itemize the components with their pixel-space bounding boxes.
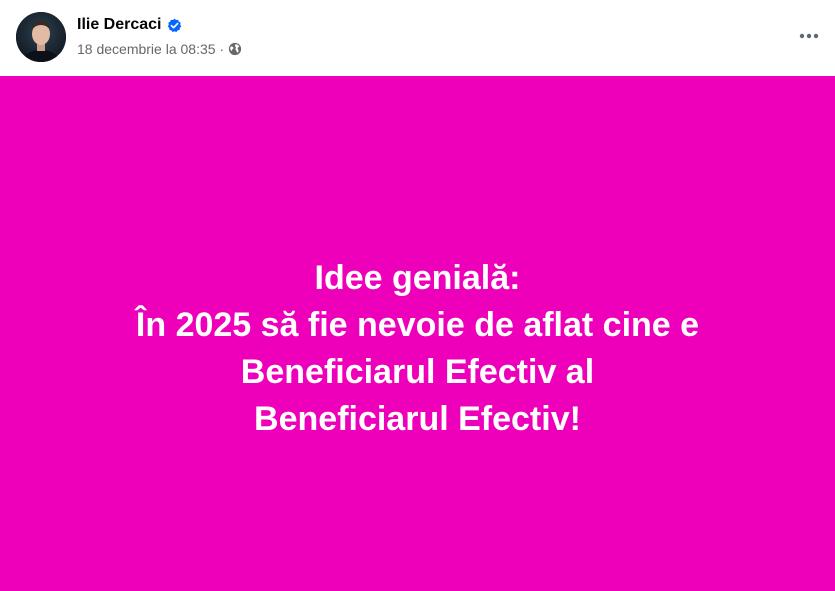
feed-post: Ilie Dercaci 18 decembrie la 08:35 · Ide… [0,0,835,591]
post-timestamp[interactable]: 18 decembrie la 08:35 [77,40,216,58]
post-options-button[interactable] [791,18,827,54]
post-header: Ilie Dercaci 18 decembrie la 08:35 · [0,0,835,76]
post-text-line: Beneficiarul Efectiv! [254,399,581,438]
more-horizontal-icon [799,33,819,39]
post-text-line: Idee genială: [314,258,521,297]
post-background-card: Idee genială: În 2025 să fie nevoie de a… [0,76,835,591]
author-line: Ilie Dercaci [77,14,182,36]
post-text-line: În 2025 să fie nevoie de aflat cine e [135,305,700,344]
author-avatar[interactable] [16,12,66,62]
verified-badge-icon [167,18,182,33]
post-meta: 18 decembrie la 08:35 · [77,40,242,58]
globe-icon[interactable] [228,42,242,56]
post-text: Idee genială: În 2025 să fie nevoie de a… [136,225,699,443]
avatar-photo [16,12,66,62]
meta-separator: · [219,41,225,57]
author-name[interactable]: Ilie Dercaci [77,14,162,36]
post-text-line: Beneficiarul Efectiv al [240,352,595,391]
